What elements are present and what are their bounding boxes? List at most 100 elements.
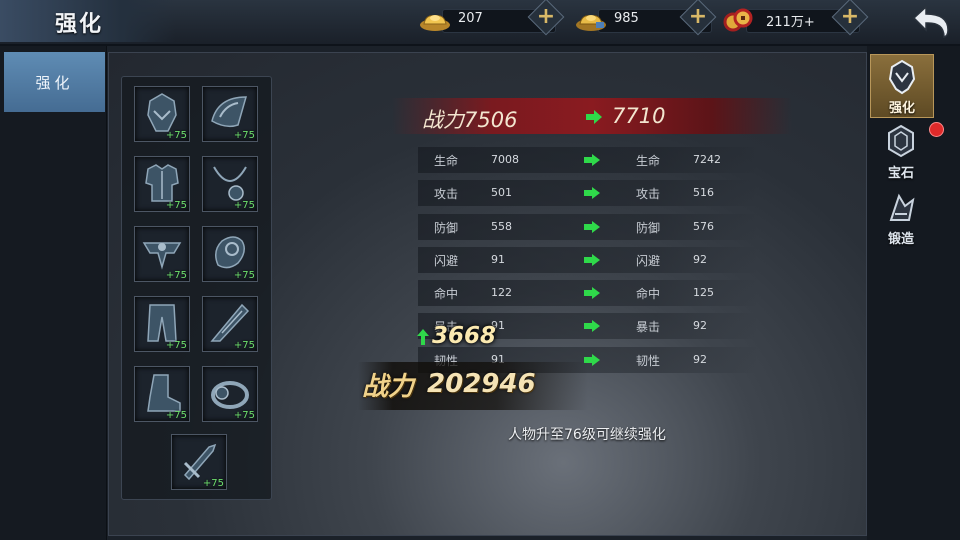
slot-level: +75 [165,270,187,281]
stat-row: 攻击 501 攻击 516 [418,180,758,206]
blade-icon [210,303,250,342]
necklace-icon [213,166,247,201]
stat-new-value: 576 [693,220,714,233]
slot-level: +75 [165,130,187,141]
arrow-right-icon [584,287,600,299]
stat-old-value: 122 [491,286,512,299]
enhance-icon [888,59,916,95]
stat-new-value: 125 [693,286,714,299]
stat-row: 命中 122 命中 125 [418,280,758,306]
stat-name: 命中 [434,287,459,301]
equipment-slot-bracer[interactable]: +75 [202,226,258,282]
slot-level: +75 [233,340,255,351]
total-power-value: 202946 [427,369,536,399]
slot-level: +75 [165,410,187,421]
stat-name: 命中 [636,287,661,301]
gold-ingot-icon [420,15,450,31]
stat-name: 闪避 [434,254,459,268]
belt-icon [142,242,182,270]
total-power-label: 战力 [362,372,415,402]
tab-enhance-right[interactable]: 强化 [870,54,934,118]
equipment-slot-boots[interactable]: +75 [134,366,190,422]
forge-icon [889,193,915,221]
arrow-right-icon [584,221,600,233]
sword-icon [183,443,217,481]
equipment-slot-necklace[interactable]: +75 [202,156,258,212]
tab-forge[interactable]: 锻造 [870,186,932,248]
slot-level: +75 [165,200,187,211]
slot-level: +75 [233,200,255,211]
stat-new-value: 92 [693,253,707,266]
stat-name: 防御 [636,221,661,235]
gem-icon [888,124,914,158]
stat-name: 攻击 [636,187,661,201]
helmet-icon [147,93,177,132]
tab-enhance-right-label: 强化 [888,101,915,116]
stat-name: 生命 [434,154,459,168]
combat-power-old: 战力7506 [422,108,518,132]
stat-new-value: 7242 [693,153,721,166]
shoulder-icon [211,96,247,128]
boots-icon [147,374,181,412]
stat-new-value: 92 [693,319,707,332]
arrow-up-icon [417,329,429,345]
tab-enhance[interactable]: 强化 [4,52,105,112]
left-sidebar [0,46,107,540]
equipment-slot-armor[interactable]: +75 [134,156,190,212]
equipment-slot-pants[interactable]: +75 [134,296,190,352]
stat-old-value: 501 [491,186,512,199]
equipment-slot-shoulder[interactable]: +75 [202,86,258,142]
ring-icon [211,381,249,409]
equipment-slot-blade[interactable]: +75 [202,296,258,352]
stat-row: 防御 558 防御 576 [418,214,758,240]
stat-new-value: 92 [693,353,707,366]
stat-name: 攻击 [434,187,459,201]
silver-amount: 985 [614,11,639,26]
arrow-right-icon [584,154,600,166]
tab-enhance-label: 强化 [35,74,74,92]
page-title: 强化 [55,12,104,37]
coins-amount: 211万+ [766,15,815,30]
equipment-slot-ring[interactable]: +75 [202,366,258,422]
top-bar: 强化 207 + 985 + 211万+ + [0,0,960,46]
arrow-right-icon [584,320,600,332]
stat-name: 防御 [434,221,459,235]
stat-row: 闪避 91 闪避 92 [418,247,758,273]
tab-forge-label: 锻造 [887,232,914,247]
arrow-right-icon [586,110,602,124]
stat-name: 暴击 [636,320,661,334]
tab-gem[interactable]: 宝石 [870,120,932,182]
stat-new-value: 516 [693,186,714,199]
tab-gem-label: 宝石 [887,166,914,181]
equipment-slot-sword[interactable]: +75 [171,434,227,490]
stat-name: 生命 [636,154,661,168]
slot-level: +75 [233,270,255,281]
combat-power-new: 7710 [612,104,666,128]
power-gain: 3668 [432,323,497,349]
level-notice: 人物升至76级可继续强化 [508,427,666,443]
stat-old-value: 7008 [491,153,519,166]
armor-icon [145,164,179,202]
slot-level: +75 [233,410,255,421]
stat-old-value: 91 [491,253,505,266]
gold-amount: 207 [458,11,483,26]
equipment-slot-belt[interactable]: +75 [134,226,190,282]
copper-coins-icon [723,8,753,32]
currency-gold: 207 [418,6,556,34]
stat-row: 生命 7008 生命 7242 [418,147,758,173]
slot-level: +75 [165,340,187,351]
notification-badge [929,122,944,137]
stat-old-value: 558 [491,220,512,233]
pants-icon [147,304,177,342]
slot-level: +75 [233,130,255,141]
stat-name: 韧性 [636,354,661,368]
back-arrow-icon[interactable] [908,4,954,40]
bracer-icon [215,236,245,269]
silver-ingot-icon [576,15,606,31]
currency-silver: 985 [574,6,712,34]
equipment-slot-helmet[interactable]: +75 [134,86,190,142]
arrow-right-icon [584,187,600,199]
slot-level: +75 [202,478,224,489]
arrow-right-icon [584,254,600,266]
currency-coins: 211万+ [722,6,860,34]
